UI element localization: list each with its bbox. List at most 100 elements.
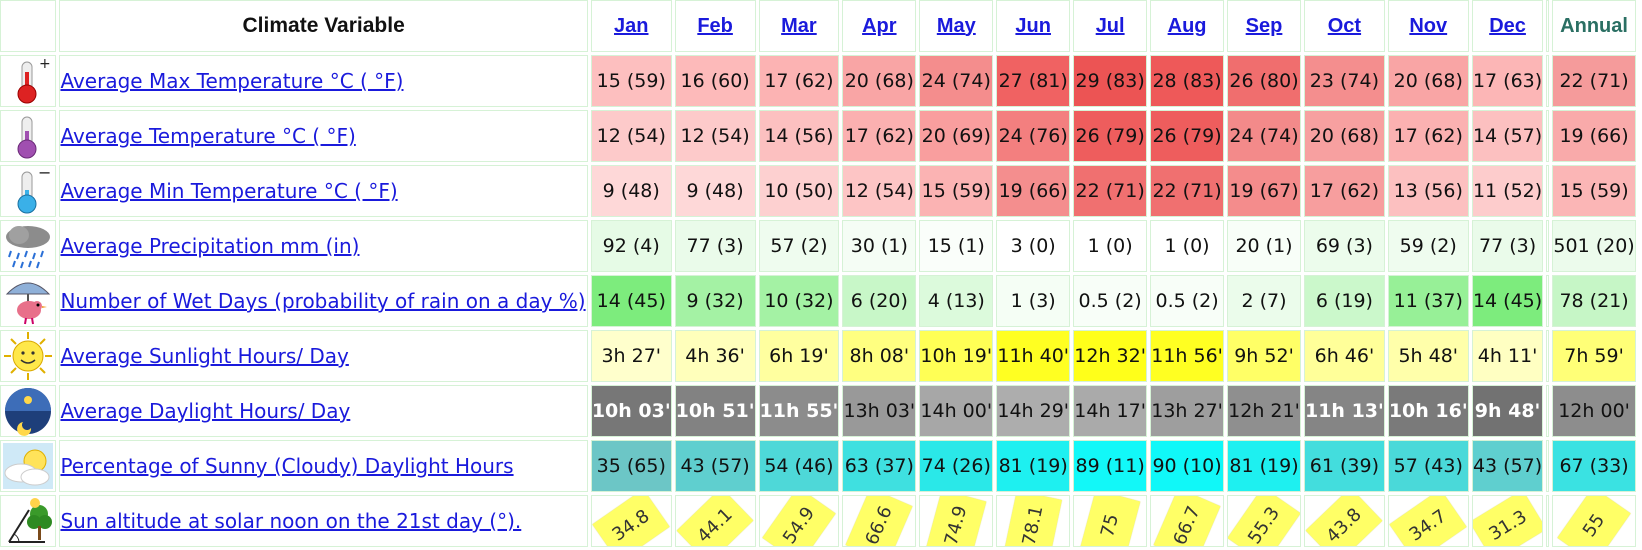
value-cell: 10 (50) — [758, 165, 840, 217]
value-cell: 12h 21' — [1227, 385, 1301, 437]
variable-link[interactable]: Average Precipitation mm (in) — [60, 234, 359, 258]
climate-table: Climate Variable Jan Feb Mar Apr May Jun… — [0, 0, 1639, 550]
sun-altitude-cell: 44.1 — [674, 495, 756, 547]
variable-link[interactable]: Average Temperature °C ( °F) — [60, 124, 355, 148]
daylight-moon-icon — [0, 385, 57, 437]
month-header[interactable]: May — [919, 0, 994, 52]
month-link[interactable]: Feb — [697, 15, 733, 37]
month-link[interactable]: Jul — [1096, 15, 1125, 37]
month-link[interactable]: May — [937, 15, 976, 37]
sun-altitude-marker: 34.8 — [592, 496, 670, 546]
month-header[interactable]: Nov — [1387, 0, 1469, 52]
value-cell: 74 (26) — [919, 440, 994, 492]
sun-altitude-marker: 54.9 — [762, 496, 836, 547]
annual-value-cell: 67 (33) — [1552, 440, 1636, 492]
variable-label-cell: Average Daylight Hours/ Day — [59, 385, 588, 437]
value-cell: 10h 03' — [590, 385, 672, 437]
value-cell: 9 (48) — [674, 165, 756, 217]
variable-label-cell: Sun altitude at solar noon on the 21st d… — [59, 495, 588, 547]
value-cell: 12 (54) — [674, 110, 756, 162]
month-link[interactable]: Apr — [862, 15, 896, 37]
month-link[interactable]: Mar — [781, 15, 817, 37]
table-row: Average Precipitation mm (in) 92 (4) 77 (3… — [0, 220, 1636, 272]
value-cell: 59 (2) — [1387, 220, 1469, 272]
value-cell: 2 (7) — [1227, 275, 1301, 327]
value-cell: 10h 19' — [919, 330, 994, 382]
value-cell: 11h 55' — [758, 385, 840, 437]
variable-link[interactable]: Average Daylight Hours/ Day — [60, 399, 350, 423]
month-link[interactable]: Dec — [1489, 15, 1526, 37]
sun-altitude-value: 54.9 — [778, 503, 820, 547]
sun-altitude-cell: 34.8 — [590, 495, 672, 547]
annual-value-cell: 7h 59' — [1552, 330, 1636, 382]
month-link[interactable]: Nov — [1409, 15, 1447, 37]
month-link[interactable]: Sep — [1246, 15, 1283, 37]
value-cell: 15 (59) — [919, 165, 994, 217]
value-cell: 16 (60) — [674, 55, 756, 107]
variable-link[interactable]: Sun altitude at solar noon on the 21st d… — [60, 509, 521, 533]
annual-header: Annual — [1552, 0, 1636, 52]
value-cell: 14 (57) — [1471, 110, 1544, 162]
annual-value-cell: 19 (66) — [1552, 110, 1636, 162]
column-gap — [1546, 110, 1550, 162]
variable-link[interactable]: Average Sunlight Hours/ Day — [60, 344, 348, 368]
sun-altitude-cell: 78.1 — [996, 495, 1071, 547]
value-cell: 61 (39) — [1303, 440, 1385, 492]
month-header[interactable]: Oct — [1303, 0, 1385, 52]
value-cell: 63 (37) — [842, 440, 917, 492]
value-cell: 15 (1) — [919, 220, 994, 272]
value-cell: 22 (71) — [1073, 165, 1148, 217]
value-cell: 13h 27' — [1150, 385, 1225, 437]
sun-altitude-cell: 66.7 — [1150, 495, 1225, 547]
svg-text:+: + — [39, 56, 51, 72]
month-header[interactable]: Aug — [1150, 0, 1225, 52]
value-cell: 6 (20) — [842, 275, 917, 327]
month-header[interactable]: Jul — [1073, 0, 1148, 52]
month-header[interactable]: Mar — [758, 0, 840, 52]
variable-link[interactable]: Percentage of Sunny (Cloudy) Daylight Ho… — [60, 454, 513, 478]
month-header[interactable]: Jun — [996, 0, 1071, 52]
value-cell: 14h 00' — [919, 385, 994, 437]
value-cell: 5h 48' — [1387, 330, 1469, 382]
sun-altitude-value: 43.8 — [1322, 504, 1367, 547]
month-header[interactable]: Feb — [674, 0, 756, 52]
month-link[interactable]: Oct — [1328, 15, 1361, 37]
header-row: Climate Variable Jan Feb Mar Apr May Jun… — [0, 0, 1636, 52]
column-gap — [1546, 330, 1550, 382]
variable-link[interactable]: Average Max Temperature °C ( °F) — [60, 69, 403, 93]
svg-text:−: − — [38, 166, 51, 182]
month-header[interactable]: Jan — [590, 0, 672, 52]
month-link[interactable]: Jan — [614, 15, 648, 37]
month-link[interactable]: Jun — [1015, 15, 1051, 37]
month-link[interactable]: Aug — [1168, 15, 1207, 37]
sun-altitude-marker: 66.7 — [1153, 496, 1221, 546]
value-cell: 4h 36' — [674, 330, 756, 382]
sun-altitude-value: 78.1 — [1018, 503, 1048, 547]
value-cell: 57 (2) — [758, 220, 840, 272]
value-cell: 8h 08' — [842, 330, 917, 382]
variable-label-cell: Average Precipitation mm (in) — [59, 220, 588, 272]
month-header[interactable]: Sep — [1227, 0, 1301, 52]
value-cell: 3 (0) — [996, 220, 1071, 272]
value-cell: 11 (37) — [1387, 275, 1469, 327]
value-cell: 9h 52' — [1227, 330, 1301, 382]
month-header[interactable]: Dec — [1471, 0, 1544, 52]
variable-link[interactable]: Number of Wet Days (probability of rain … — [60, 289, 585, 313]
value-cell: 4h 11' — [1471, 330, 1544, 382]
value-cell: 6h 19' — [758, 330, 840, 382]
sun-altitude-marker: 66.6 — [845, 496, 913, 546]
sun-altitude-cell: 75 — [1073, 495, 1148, 547]
value-cell: 15 (59) — [590, 55, 672, 107]
month-header[interactable]: Apr — [842, 0, 917, 52]
value-cell: 17 (62) — [1387, 110, 1469, 162]
value-cell: 90 (10) — [1150, 440, 1225, 492]
sun-altitude-cell: 43.8 — [1303, 495, 1385, 547]
value-cell: 17 (62) — [1303, 165, 1385, 217]
value-cell: 12 (54) — [590, 110, 672, 162]
variable-link[interactable]: Average Min Temperature °C ( °F) — [60, 179, 397, 203]
value-cell: 22 (71) — [1150, 165, 1225, 217]
annual-value-cell: 78 (21) — [1552, 275, 1636, 327]
table-row: Percentage of Sunny (Cloudy) Daylight Ho… — [0, 440, 1636, 492]
annual-value-cell: 501 (20) — [1552, 220, 1636, 272]
value-cell: 11h 13' — [1303, 385, 1385, 437]
